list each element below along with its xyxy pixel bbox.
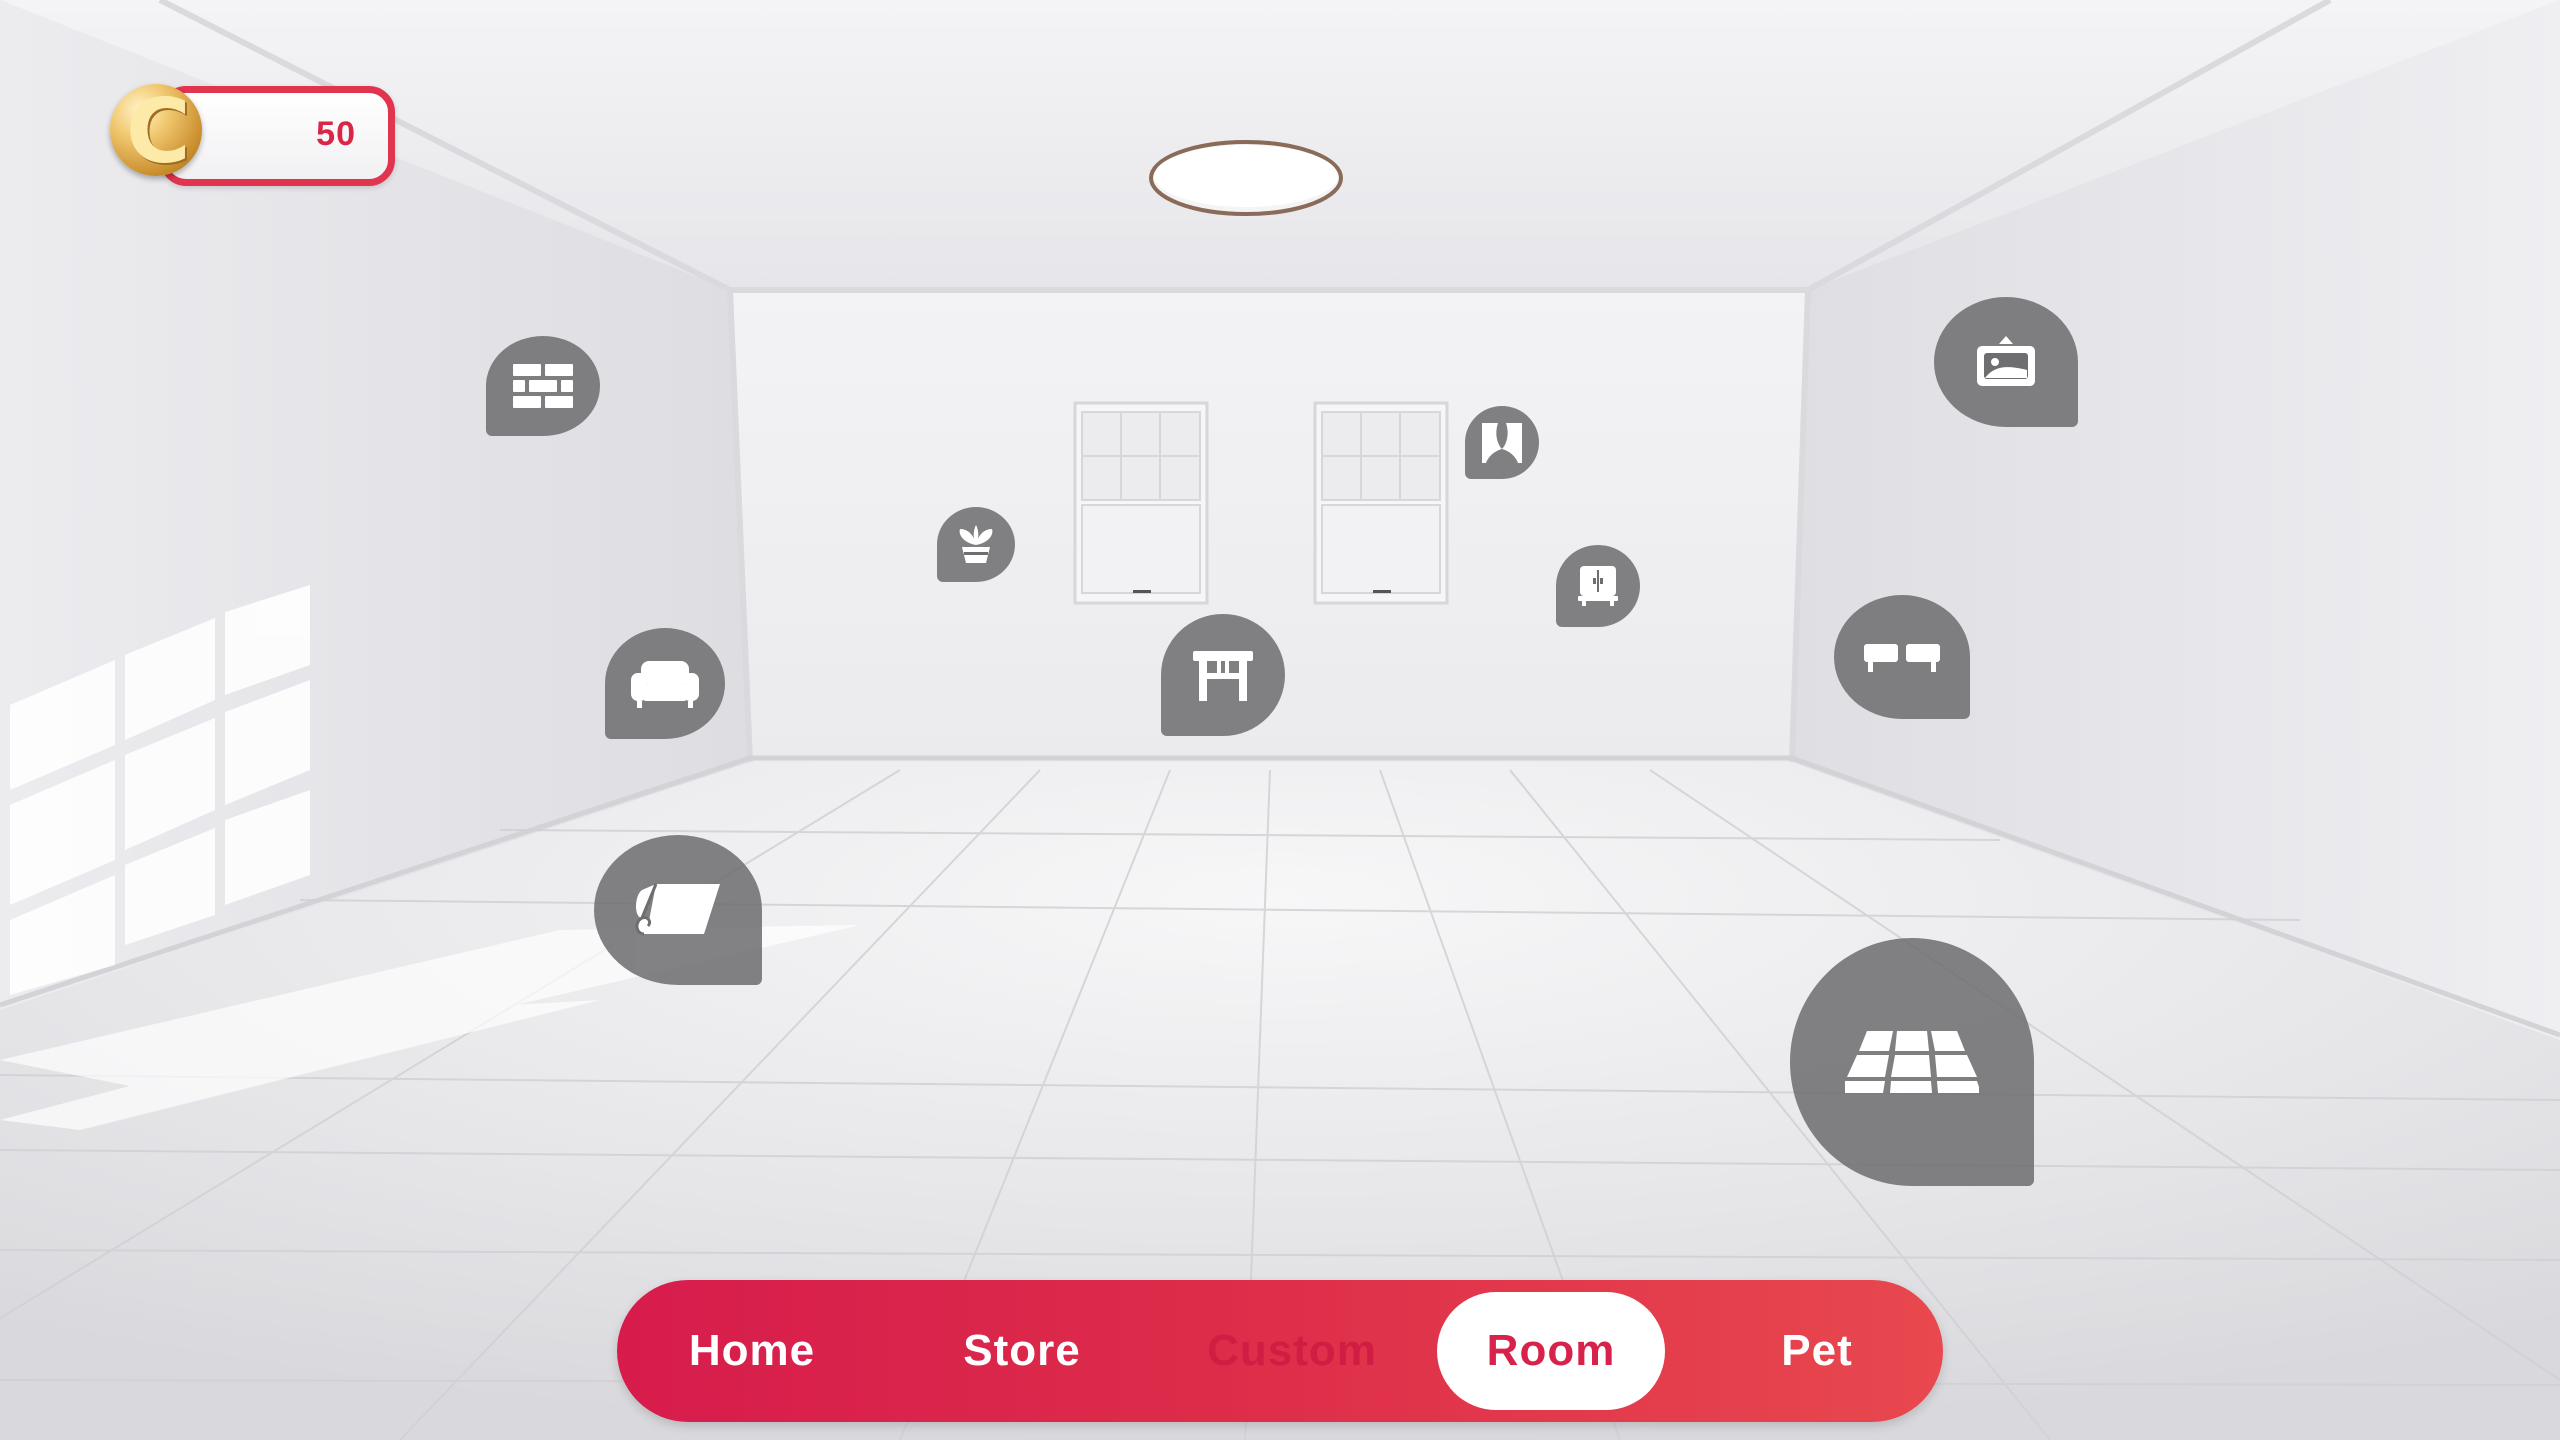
painting-marker[interactable] bbox=[1934, 297, 2078, 427]
brick-wall-icon bbox=[513, 364, 573, 408]
potted-plant-icon bbox=[959, 524, 993, 563]
picture-frame-icon bbox=[1977, 336, 2035, 386]
curtain-icon bbox=[1482, 422, 1522, 463]
table-marker[interactable] bbox=[1161, 614, 1285, 736]
tab-home[interactable]: Home bbox=[642, 1292, 862, 1410]
brick-wall-marker[interactable] bbox=[486, 336, 600, 436]
tab-room[interactable]: Room bbox=[1437, 1292, 1665, 1410]
wall-shelf-icon bbox=[1864, 644, 1940, 672]
currency-amount: 50 bbox=[316, 115, 356, 153]
sofa-marker[interactable] bbox=[605, 628, 725, 739]
tab-custom[interactable]: Custom bbox=[1172, 1292, 1412, 1410]
sofa-icon bbox=[631, 660, 699, 708]
cabinet-marker[interactable] bbox=[1556, 545, 1640, 627]
curtain-marker[interactable] bbox=[1465, 406, 1539, 479]
rug-marker[interactable] bbox=[594, 835, 762, 985]
rug-icon bbox=[635, 883, 720, 936]
floor-marker[interactable] bbox=[1790, 938, 2034, 1186]
room-scene bbox=[0, 0, 2560, 1440]
bottom-nav: Home Store Custom Room Pet bbox=[617, 1280, 1943, 1422]
coin-icon: C bbox=[110, 80, 202, 183]
floor-tiles-icon bbox=[1845, 1031, 1979, 1093]
currency-widget[interactable]: 50 C bbox=[110, 80, 395, 186]
tab-store[interactable]: Store bbox=[902, 1292, 1142, 1410]
table-icon bbox=[1193, 651, 1253, 701]
tab-pet[interactable]: Pet bbox=[1707, 1292, 1927, 1410]
shelf-marker[interactable] bbox=[1834, 595, 1970, 719]
plant-marker[interactable] bbox=[937, 507, 1015, 582]
cabinet-icon bbox=[1578, 566, 1618, 606]
